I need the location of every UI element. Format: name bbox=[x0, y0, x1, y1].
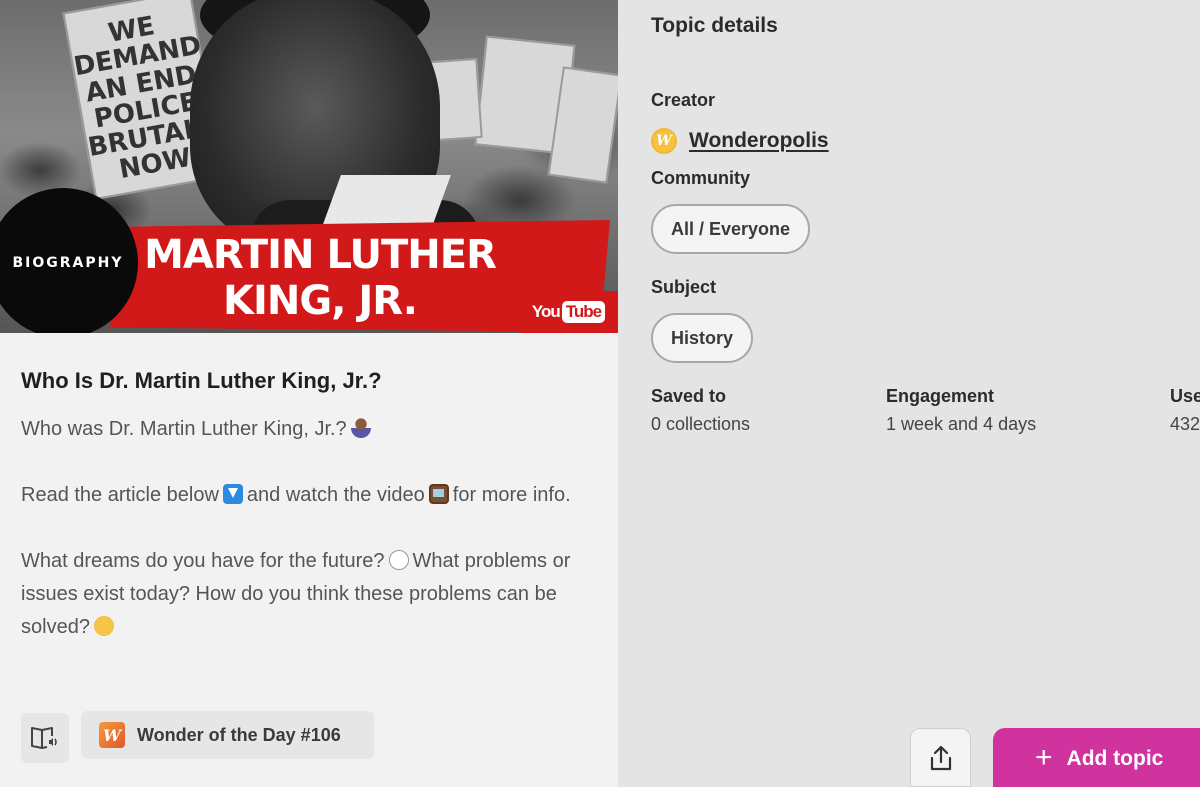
down-arrow-icon bbox=[222, 484, 243, 504]
subject-chip[interactable]: History bbox=[651, 313, 754, 363]
share-icon bbox=[930, 745, 951, 770]
description-text: for more info. bbox=[452, 484, 571, 506]
topic-card: WE DEMAND AN END POLICE BRUTALITY NOW MA… bbox=[0, 0, 618, 787]
banner-title: MARTIN LUTHER KING, JR. bbox=[144, 232, 497, 324]
read-aloud-icon bbox=[31, 727, 57, 749]
add-topic-label: Add topic bbox=[1066, 747, 1164, 770]
creator: W Wonderopolis bbox=[651, 128, 829, 154]
engagement-label: Engagement bbox=[886, 386, 995, 406]
community-label: Community bbox=[651, 168, 750, 188]
wonderopolis-logo-icon: W bbox=[99, 722, 125, 748]
share-button[interactable] bbox=[910, 728, 971, 787]
description-text: and watch the video bbox=[246, 484, 425, 506]
video-thumbnail[interactable]: WE DEMAND AN END POLICE BRUTALITY NOW MA… bbox=[0, 0, 618, 333]
saved-to-value: 0 collections bbox=[651, 414, 751, 434]
description-paragraph: What dreams do you have for the future? W… bbox=[21, 545, 601, 644]
topic-description: Who was Dr. Martin Luther King, Jr.? Rea… bbox=[21, 413, 601, 644]
topic-title: Who Is Dr. Martin Luther King, Jr.? bbox=[21, 368, 382, 393]
thinking-face-icon bbox=[93, 616, 114, 636]
description-paragraph: Read the article below and watch the vide… bbox=[21, 479, 601, 512]
source-label: Wonder of the Day #106 bbox=[137, 724, 341, 745]
engagement-value: 1 week and 4 days bbox=[886, 414, 1037, 434]
read-aloud-button[interactable] bbox=[21, 713, 69, 763]
source-link[interactable]: W Wonder of the Day #106 bbox=[81, 711, 374, 759]
tv-icon bbox=[428, 484, 449, 504]
description-text: What dreams do you have for the future? bbox=[21, 550, 385, 572]
uses-label: Use bbox=[1170, 386, 1200, 406]
youtube-logo-tube: Tube bbox=[561, 301, 606, 323]
description-text: Who was Dr. Martin Luther King, Jr.? bbox=[21, 418, 347, 440]
creator-link[interactable]: Wonderopolis bbox=[689, 129, 829, 153]
panel-title: Topic details bbox=[651, 14, 778, 37]
biography-logo-text: BIOGRAPHY bbox=[12, 255, 124, 271]
thought-bubble-icon bbox=[388, 550, 409, 570]
plus-icon: + bbox=[1035, 740, 1053, 774]
creator-avatar-icon: W bbox=[651, 128, 677, 154]
uses-value: 432 bbox=[1170, 414, 1200, 434]
subject-label: Subject bbox=[651, 277, 717, 297]
description-paragraph: Who was Dr. Martin Luther King, Jr.? bbox=[21, 413, 601, 446]
youtube-logo-you: You bbox=[531, 302, 561, 321]
add-topic-button[interactable]: + Add topic bbox=[993, 728, 1200, 787]
topic-details-panel: Topic details Creator W Wonderopolis Com… bbox=[618, 0, 1200, 787]
description-text: Read the article below bbox=[21, 484, 219, 506]
youtube-logo: You Tube bbox=[519, 291, 618, 333]
community-chip[interactable]: All / Everyone bbox=[651, 204, 811, 254]
saved-to-label: Saved to bbox=[651, 386, 727, 406]
creator-label: Creator bbox=[651, 90, 716, 110]
person-icon bbox=[350, 418, 371, 438]
